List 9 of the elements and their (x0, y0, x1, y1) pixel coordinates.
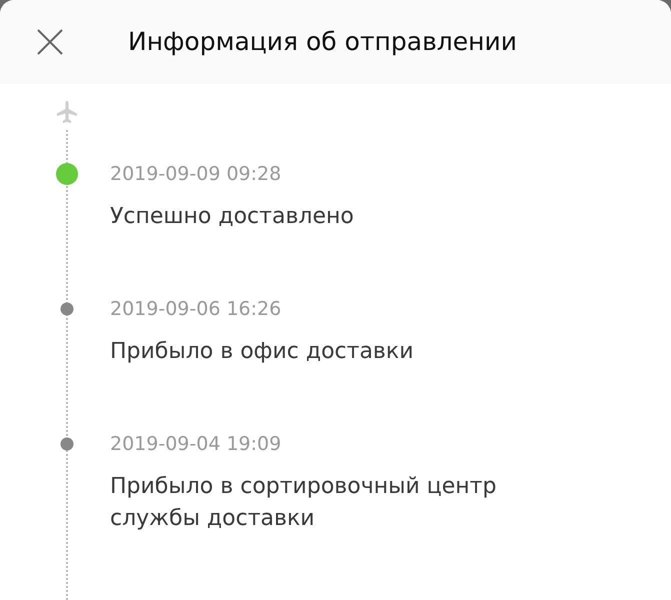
event-description: Успешно доставлено (110, 203, 355, 231)
event-date: 2019-09-04 19:09 (110, 432, 282, 457)
close-icon (36, 28, 64, 56)
event-date: 2019-09-09 09:28 (110, 162, 282, 187)
event-description: Прибыло в офис доставки (110, 338, 414, 366)
airplane-icon (55, 100, 79, 124)
event-description: Прибыло в сортировочный центр службы доставки (110, 473, 498, 533)
header-title: Информация об отправлении (128, 26, 518, 58)
event-date: 2019-09-06 16:26 (110, 297, 282, 322)
